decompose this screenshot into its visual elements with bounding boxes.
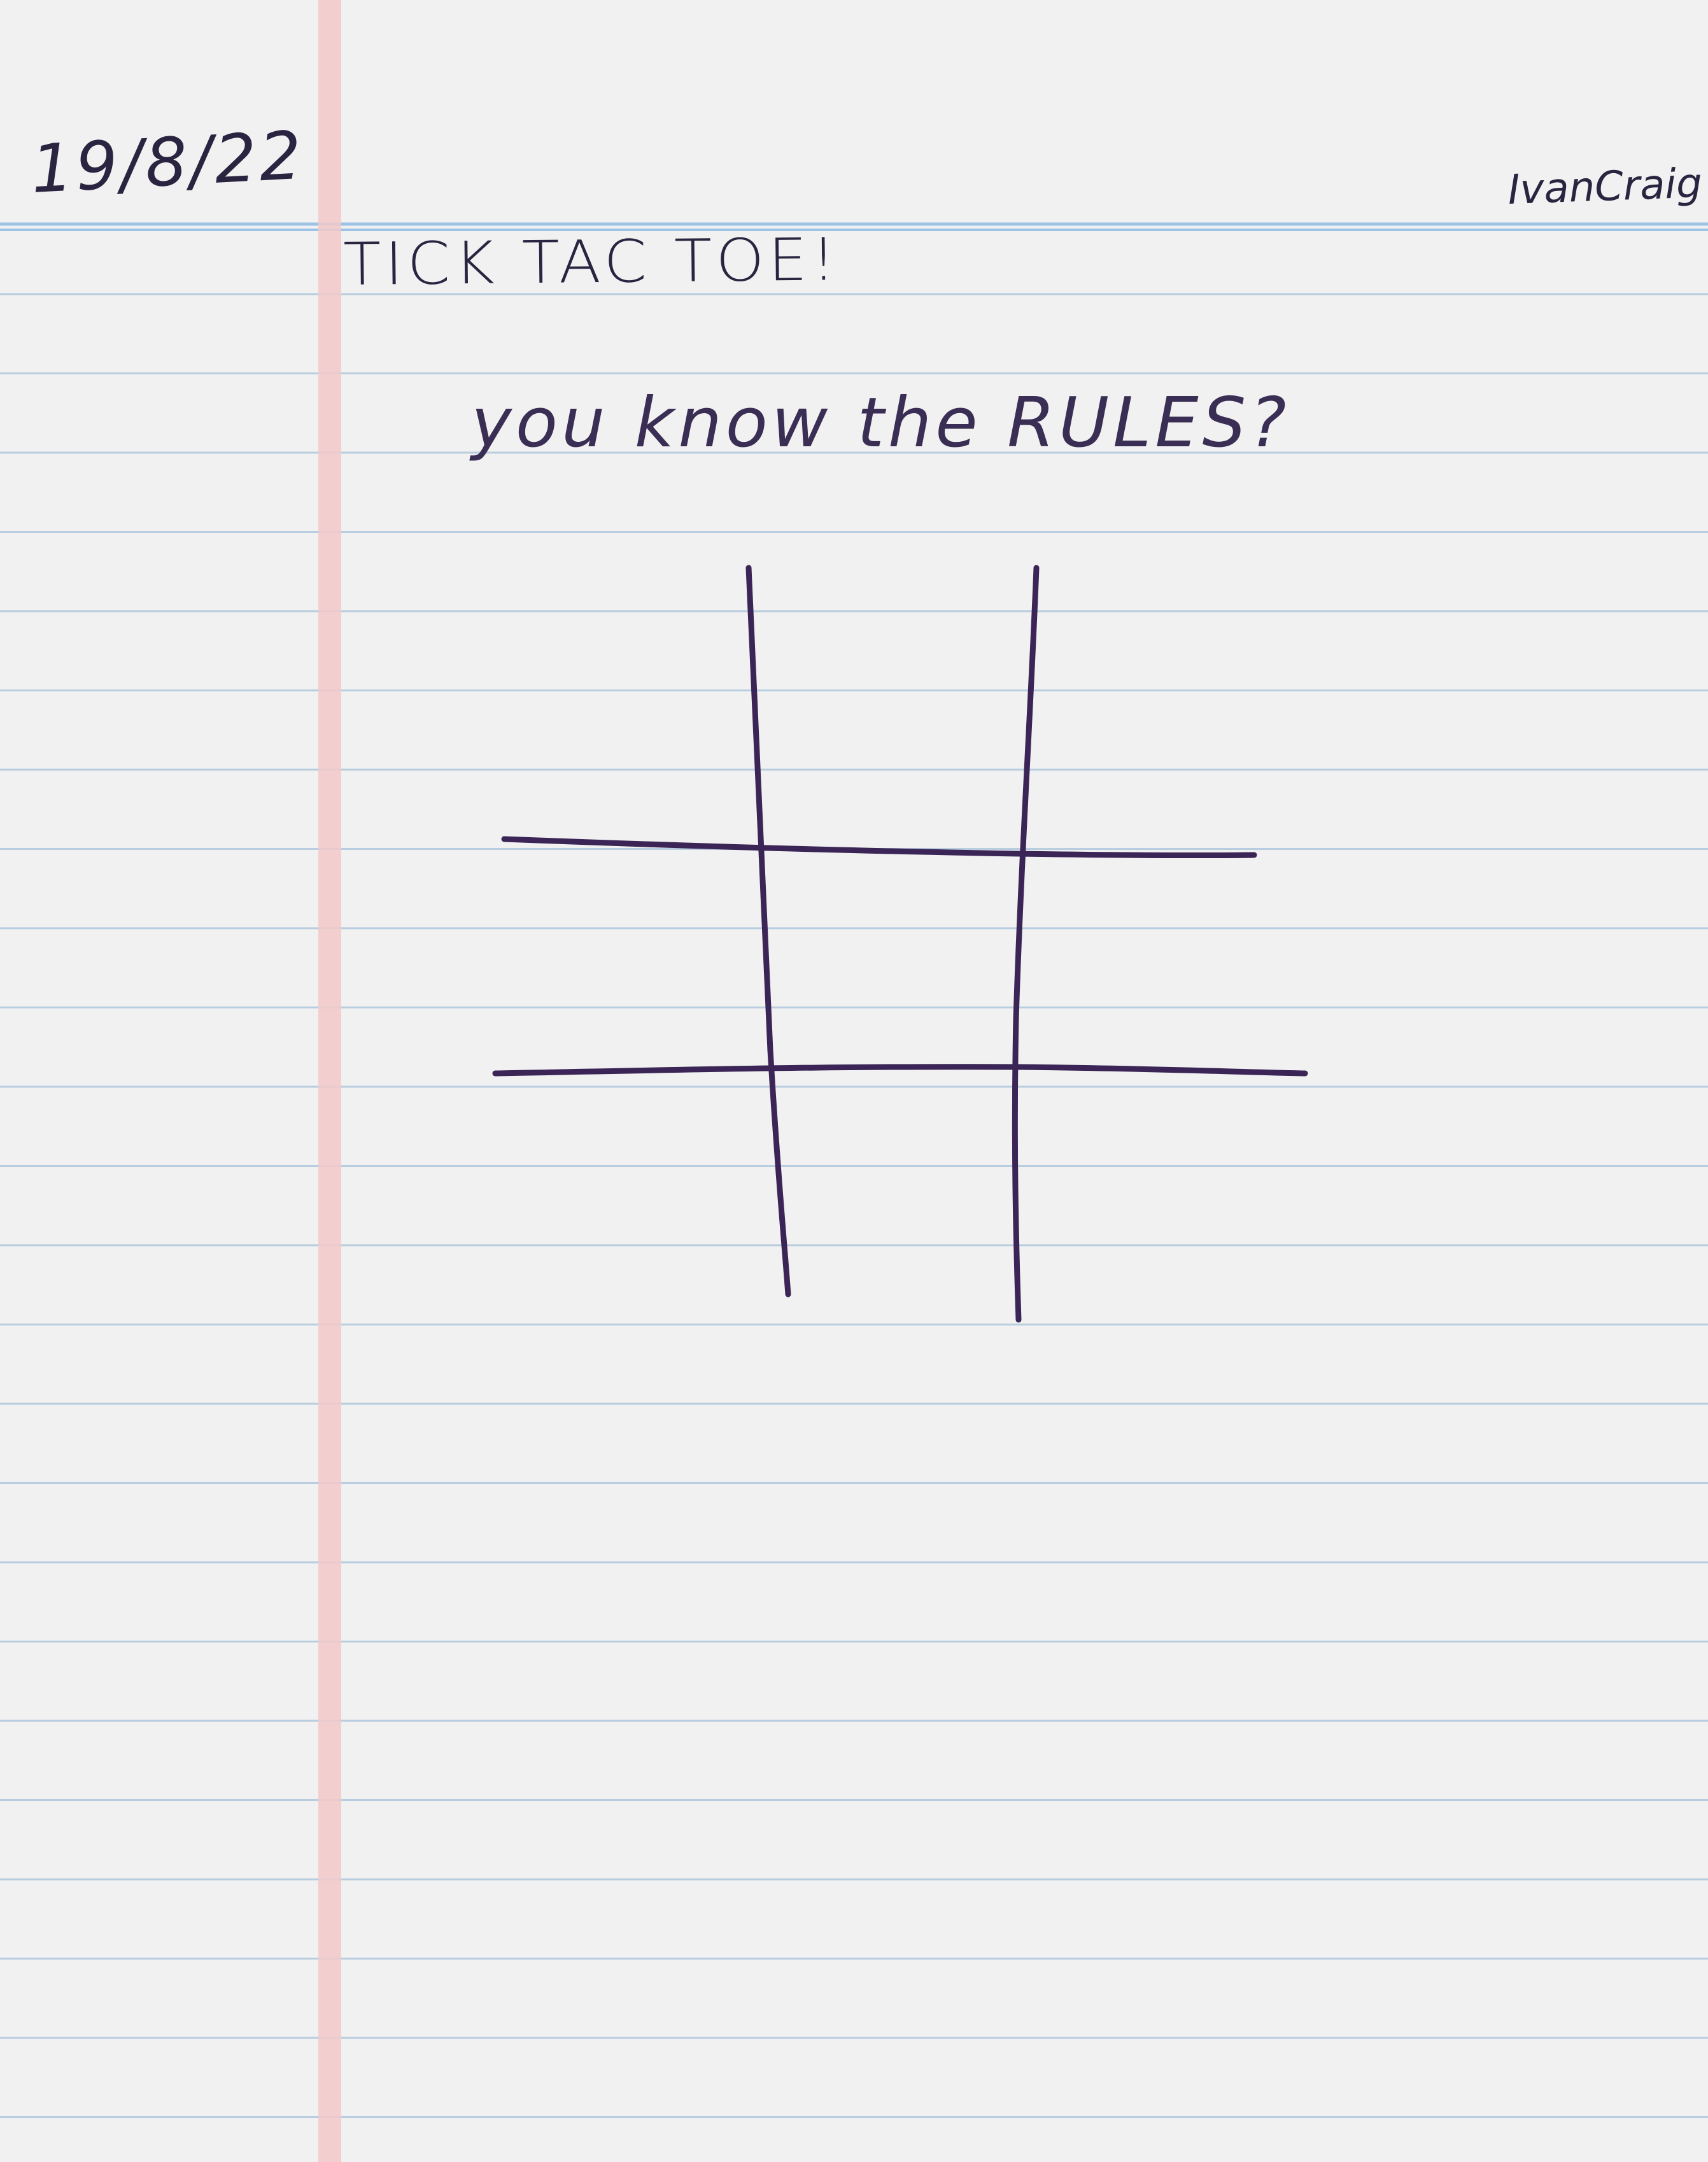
author-signature: IvanCraig [1507, 160, 1703, 214]
board-cell-r1-c1[interactable] [509, 573, 764, 847]
board-cell-r2-c3[interactable] [1025, 847, 1299, 1070]
tic-tac-toe-board[interactable] [0, 0, 1708, 2162]
board-cell-r1-c3[interactable] [1025, 573, 1299, 847]
board-cell-r2-c2[interactable] [764, 847, 1025, 1070]
page-title: TICK TAC TOE! [342, 225, 840, 299]
board-cell-r3-c2[interactable] [764, 1070, 1025, 1318]
notebook-page: 19/8/22 IvanCraig TICK TAC TOE! you know… [0, 0, 1708, 2162]
page-subtitle: you know the RULES? [471, 383, 1290, 463]
board-cell-r3-c3[interactable] [1025, 1070, 1299, 1318]
board-cell-r1-c2[interactable] [764, 573, 1025, 847]
board-cell-r3-c1[interactable] [509, 1070, 764, 1318]
board-cell-r2-c1[interactable] [509, 847, 764, 1070]
date-label: 19/8/22 [29, 116, 306, 208]
